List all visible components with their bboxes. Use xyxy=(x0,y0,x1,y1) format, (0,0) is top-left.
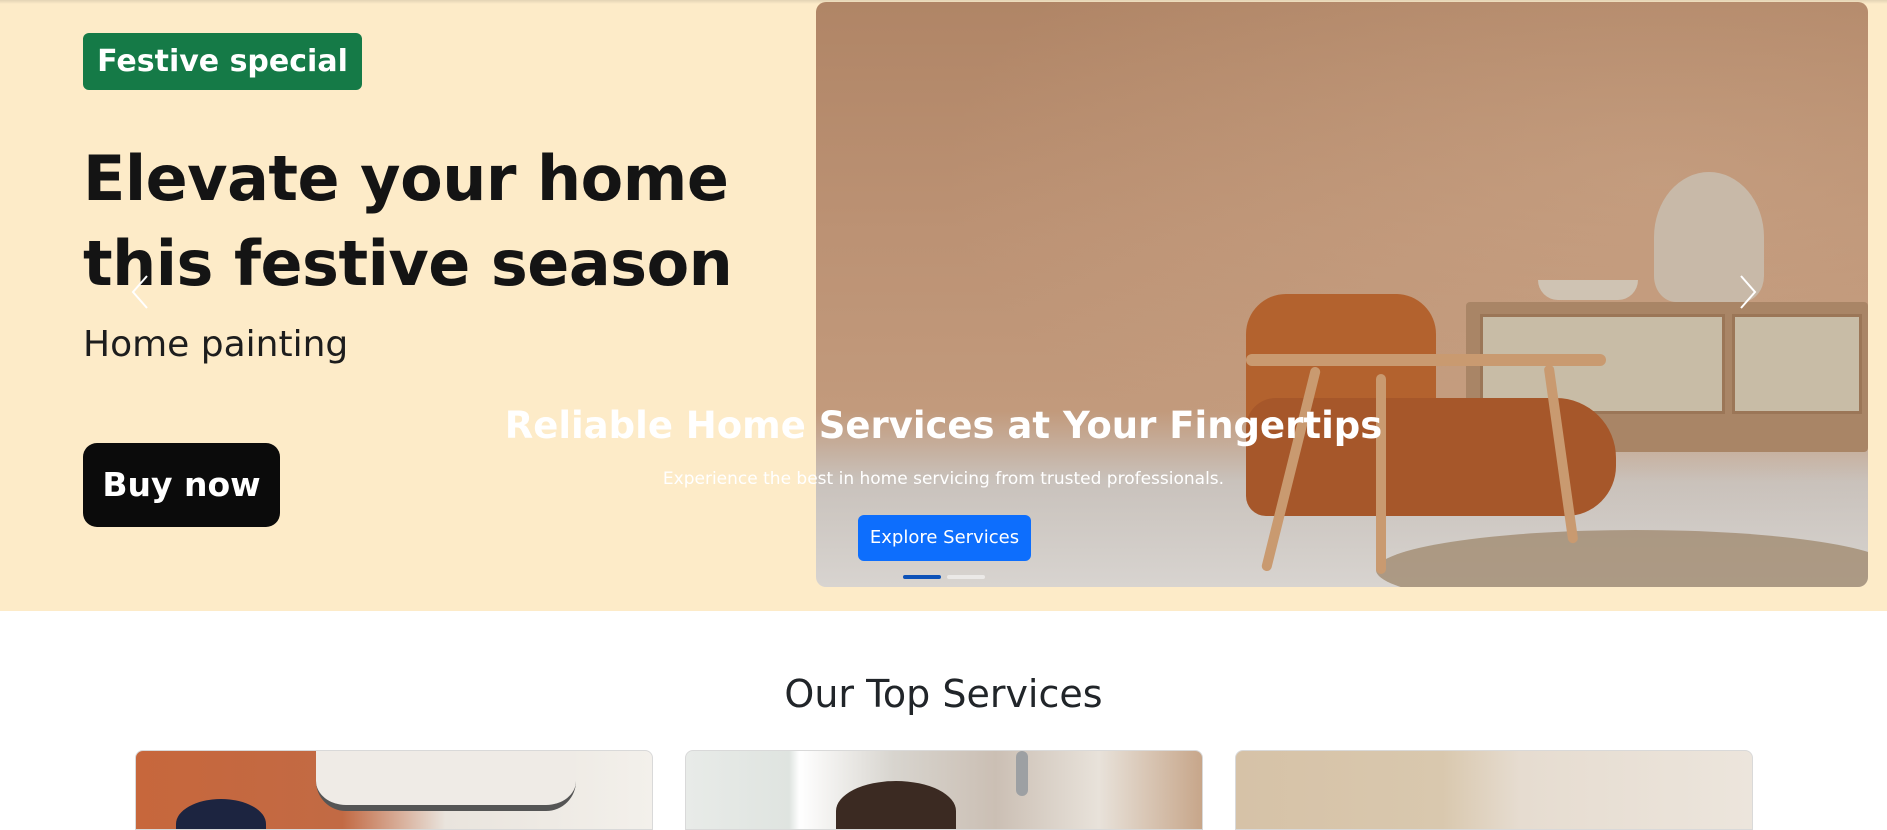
service-card-ac[interactable] xyxy=(135,750,653,830)
armchair-arm xyxy=(1246,354,1606,366)
hero-subhead: Home painting xyxy=(83,324,349,365)
person-head xyxy=(836,781,956,829)
carousel-caption-title: Reliable Home Services at Your Fingertip… xyxy=(504,404,1383,447)
carousel-caption-subtitle: Experience the best in home servicing fr… xyxy=(662,469,1225,489)
carousel-indicator-1[interactable] xyxy=(903,575,941,579)
faucet xyxy=(1016,751,1028,796)
hero-image-living-room xyxy=(816,2,1868,587)
chevron-left-icon xyxy=(131,275,148,309)
technician-cap xyxy=(176,799,266,829)
hero-carousel: Festive special Elevate your home this f… xyxy=(0,0,1887,611)
explore-services-button[interactable]: Explore Services xyxy=(858,515,1031,561)
headline-line-1: Elevate your home xyxy=(83,142,729,215)
service-card-cleaning[interactable] xyxy=(685,750,1203,830)
section-title-top-services: Our Top Services xyxy=(784,672,1103,716)
bowl xyxy=(1538,280,1638,300)
headline-line-2: this festive season xyxy=(83,227,733,300)
carousel-prev-button[interactable] xyxy=(120,272,160,322)
festive-badge: Festive special xyxy=(83,33,362,90)
carousel-indicators xyxy=(903,575,985,579)
chevron-right-icon xyxy=(1740,275,1757,309)
service-card-interior[interactable] xyxy=(1235,750,1753,830)
carousel-indicator-2[interactable] xyxy=(947,575,985,579)
hero-headline: Elevate your home this festive season xyxy=(83,136,733,306)
sideboard-door xyxy=(1732,314,1862,414)
carousel-next-button[interactable] xyxy=(1728,272,1768,322)
air-conditioner xyxy=(316,751,576,811)
